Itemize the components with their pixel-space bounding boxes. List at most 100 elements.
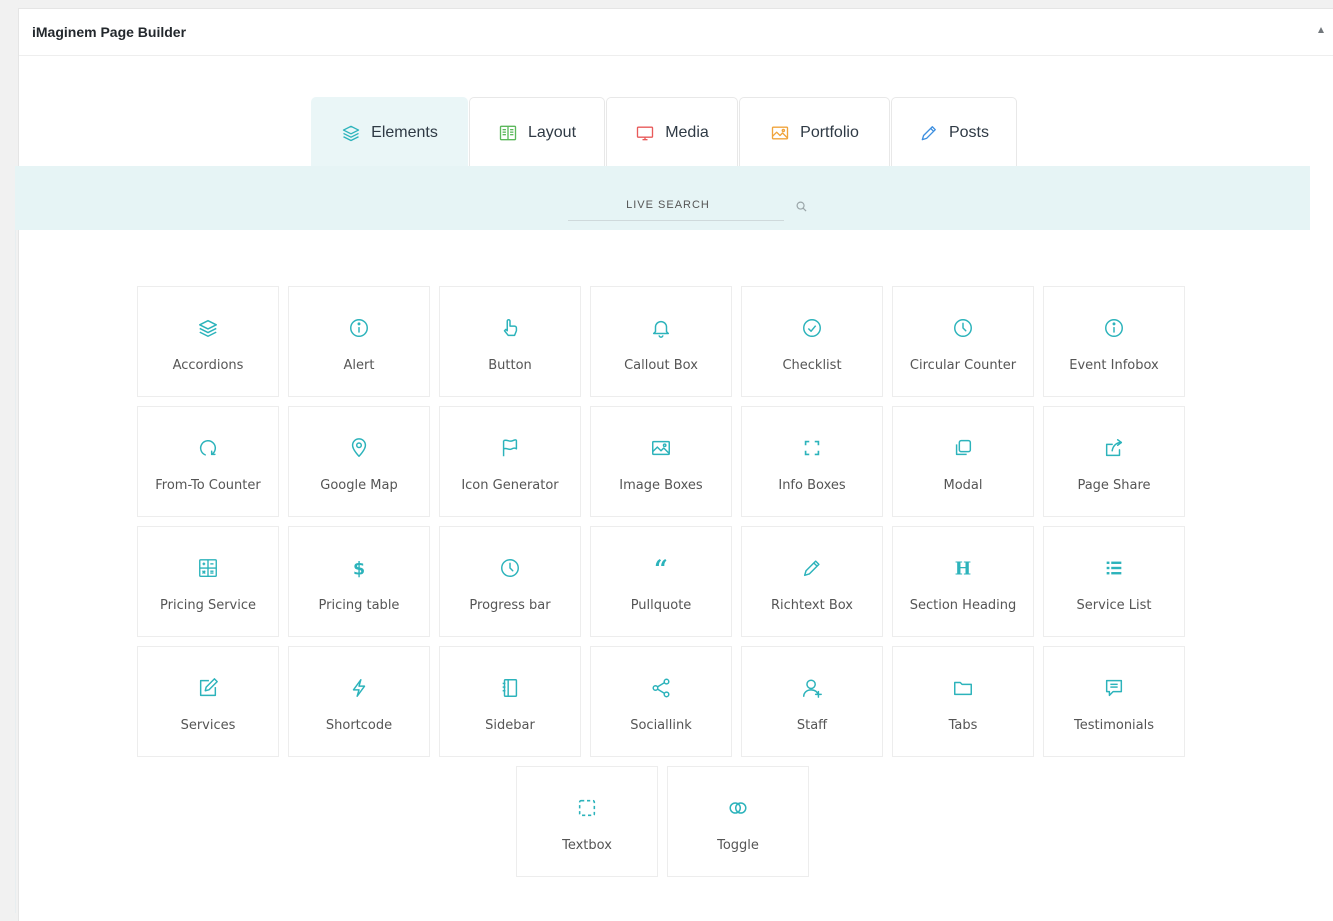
element-label: Page Share: [1077, 478, 1151, 493]
pencil-icon: [921, 125, 936, 140]
book-icon: [499, 125, 517, 140]
element-circular-counter[interactable]: Circular Counter: [892, 286, 1034, 397]
element-google-map[interactable]: Google Map: [288, 406, 430, 517]
pencil-icon: [803, 560, 820, 577]
element-pullquote[interactable]: “ Pullquote: [590, 526, 732, 637]
copy-icon: [955, 439, 972, 456]
element-pricing-service[interactable]: Pricing Service: [137, 526, 279, 637]
element-label: Sidebar: [485, 718, 535, 733]
edit-icon: [199, 678, 218, 697]
element-toggle[interactable]: Toggle: [667, 766, 809, 877]
list-icon: [1106, 561, 1122, 575]
tab-elements[interactable]: Elements: [311, 97, 468, 167]
tab-portfolio[interactable]: Portfolio: [739, 97, 890, 167]
share-nodes-icon: [652, 678, 670, 698]
check-circle-icon: [803, 319, 821, 337]
element-alert[interactable]: Alert: [288, 286, 430, 397]
tab-label: Layout: [527, 123, 577, 141]
element-from-to-counter[interactable]: From-To Counter: [137, 406, 279, 517]
live-search-input[interactable]: [568, 189, 784, 221]
tab-label: Portfolio: [800, 123, 859, 141]
element-info-boxes[interactable]: Info Boxes: [741, 406, 883, 517]
element-pricing-table[interactable]: $ Pricing table: [288, 526, 430, 637]
element-label: Toggle: [717, 838, 759, 853]
element-label: Button: [488, 358, 532, 373]
svg-text:H: H: [955, 559, 971, 579]
monitor-icon: [637, 125, 654, 140]
element-textbox[interactable]: Textbox: [516, 766, 658, 877]
info-icon: [1105, 319, 1123, 337]
element-label: Pricing Service: [160, 598, 256, 613]
frame-corners-icon: [804, 440, 820, 456]
element-progress-bar[interactable]: Progress bar: [439, 526, 581, 637]
search-icon[interactable]: [796, 201, 807, 212]
element-sociallink[interactable]: Sociallink: [590, 646, 732, 757]
element-label: From-To Counter: [155, 478, 261, 493]
element-tabs[interactable]: Tabs: [892, 646, 1034, 757]
element-label: Alert: [343, 358, 375, 373]
element-checklist[interactable]: Checklist: [741, 286, 883, 397]
element-label: Circular Counter: [909, 358, 1017, 373]
toggle-icon: [729, 802, 747, 814]
svg-text:$: $: [353, 559, 365, 579]
elements-grid-last-row: Textbox Toggle: [516, 766, 809, 877]
image-icon: [652, 440, 670, 456]
element-label: Google Map: [320, 478, 398, 493]
comment-icon: [1105, 679, 1123, 697]
refresh-icon: [199, 440, 216, 456]
element-label: Shortcode: [325, 718, 393, 733]
tab-posts[interactable]: Posts: [891, 97, 1017, 167]
element-label: Icon Generator: [461, 478, 559, 493]
panel-title: iMaginem Page Builder: [32, 24, 187, 40]
element-richtext-box[interactable]: Richtext Box: [741, 526, 883, 637]
panel-header[interactable]: iMaginem Page Builder: [19, 9, 1333, 56]
element-label: Callout Box: [624, 358, 698, 373]
share-out-icon: [1105, 439, 1123, 457]
element-label: Testimonials: [1073, 718, 1155, 733]
element-button[interactable]: Button: [439, 286, 581, 397]
info-icon: [350, 319, 368, 337]
bell-icon: [652, 320, 670, 338]
heading-icon: H: [955, 559, 971, 579]
tab-label: Media: [665, 123, 709, 141]
elements-grid: Accordions Alert Button Callout Box Chec…: [137, 286, 1189, 757]
element-services[interactable]: Services: [137, 646, 279, 757]
element-label: Accordions: [172, 358, 244, 373]
clock-icon: [954, 319, 972, 337]
map-pin-icon: [351, 438, 367, 457]
search-bar: [15, 166, 1310, 230]
element-page-share[interactable]: Page Share: [1043, 406, 1185, 517]
element-modal[interactable]: Modal: [892, 406, 1034, 517]
element-label: Services: [180, 718, 236, 733]
tab-layout[interactable]: Layout: [469, 97, 605, 167]
element-event-infobox[interactable]: Event Infobox: [1043, 286, 1185, 397]
tab-label: Posts: [948, 123, 989, 141]
element-accordions[interactable]: Accordions: [137, 286, 279, 397]
element-service-list[interactable]: Service List: [1043, 526, 1185, 637]
element-label: Sociallink: [630, 718, 692, 733]
tab-media[interactable]: Media: [606, 97, 738, 167]
element-icon-generator[interactable]: Icon Generator: [439, 406, 581, 517]
element-label: Staff: [796, 718, 828, 733]
folder-icon: [954, 681, 972, 696]
bolt-icon: [352, 679, 366, 697]
layers-icon: [199, 319, 217, 337]
element-image-boxes[interactable]: Image Boxes: [590, 406, 732, 517]
element-shortcode[interactable]: Shortcode: [288, 646, 430, 757]
clock-icon: [501, 559, 519, 577]
calculator-icon: [199, 559, 217, 577]
collapse-arrow-icon[interactable]: [1318, 27, 1324, 33]
flag-icon: [502, 439, 518, 457]
layers-icon: [342, 125, 360, 141]
tab-label: Elements: [371, 123, 438, 141]
quote-icon: “: [654, 557, 668, 579]
element-section-heading[interactable]: H Section Heading: [892, 526, 1034, 637]
user-plus-icon: [803, 679, 822, 698]
element-label: Service List: [1076, 598, 1152, 613]
element-sidebar[interactable]: Sidebar: [439, 646, 581, 757]
element-callout-box[interactable]: Callout Box: [590, 286, 732, 397]
element-label: Image Boxes: [619, 478, 703, 493]
element-testimonials[interactable]: Testimonials: [1043, 646, 1185, 757]
image-icon: [771, 126, 789, 139]
element-staff[interactable]: Staff: [741, 646, 883, 757]
